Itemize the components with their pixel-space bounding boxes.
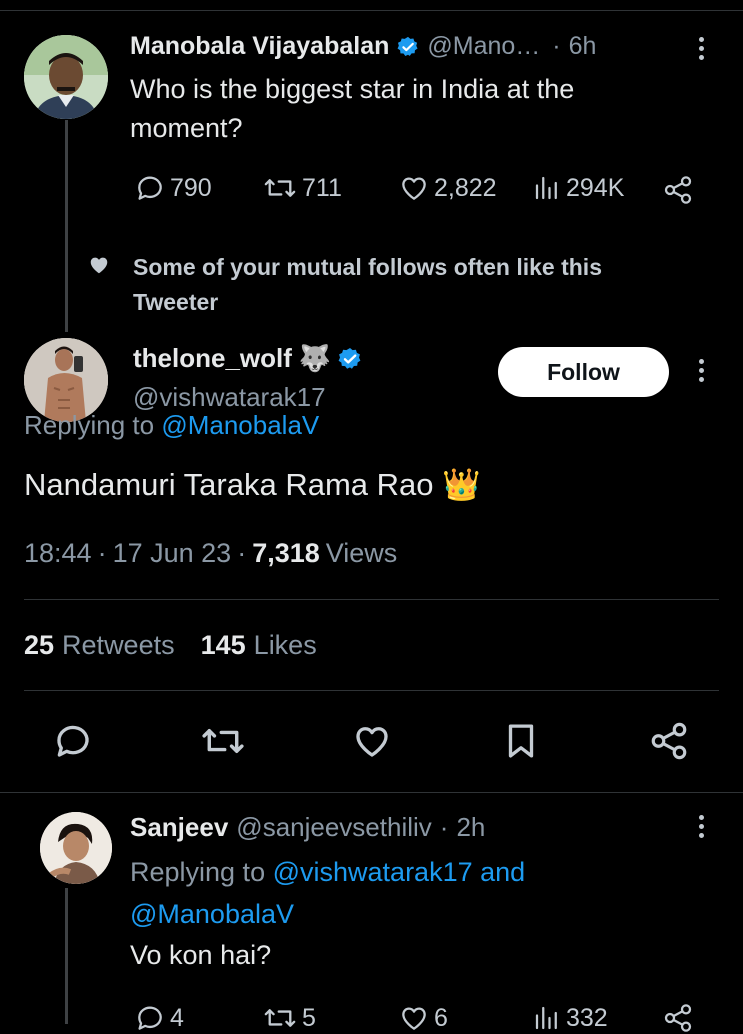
reply-like-action[interactable]: 6: [398, 1002, 448, 1034]
share-icon: [648, 720, 690, 762]
like-icon: [398, 1002, 430, 1034]
main-tweet-time[interactable]: 18:44: [24, 538, 92, 569]
reply-reply-action[interactable]: 4: [134, 1002, 184, 1034]
views-icon: [532, 172, 562, 204]
main-tweet-text-content: Nandamuri Taraka Rama Rao: [24, 467, 434, 502]
tweet1-author-name[interactable]: Manobala Vijayabalan: [130, 32, 389, 61]
reply-views-action[interactable]: 332: [532, 1002, 608, 1034]
main-share-button[interactable]: [648, 720, 690, 762]
main-tweet-stats: 25 Retweets 145 Likes: [24, 630, 317, 661]
like-icon: [398, 172, 430, 204]
main-tweet-replying-handle[interactable]: @ManobalaV: [161, 410, 319, 440]
main-retweet-button[interactable]: [199, 720, 247, 762]
main-tweet-retweets-label[interactable]: Retweets: [62, 630, 175, 661]
reply-handle[interactable]: @sanjeevsethiliv: [236, 812, 431, 843]
reply-views-count: 332: [566, 1003, 608, 1032]
main-tweet-date[interactable]: 17 Jun 23: [113, 538, 232, 569]
main-like-button[interactable]: [351, 720, 393, 762]
main-tweet-meta: 18:44 · 17 Jun 23 · 7,318 Views: [24, 538, 397, 569]
reply-time[interactable]: 2h: [456, 812, 485, 843]
verified-badge-icon: [338, 347, 362, 371]
reply-share-action[interactable]: [662, 1002, 694, 1034]
retweet-icon: [262, 1002, 298, 1034]
thread-line-1: [65, 120, 68, 332]
tweet1-retweet-action[interactable]: 711: [262, 172, 342, 204]
reply-retweet-action[interactable]: 5: [262, 1002, 316, 1034]
tweet1-like-count: 2,822: [434, 173, 497, 202]
reply-retweet-count: 5: [302, 1003, 316, 1032]
tweet1-more-icon[interactable]: [699, 37, 704, 60]
reply-like-count: 6: [434, 1003, 448, 1032]
retweet-icon: [262, 172, 298, 204]
bookmark-icon: [500, 720, 542, 762]
tweet1-views-action[interactable]: 294K: [532, 172, 624, 204]
reply-replying-handle1[interactable]: @vishwatarak17: [273, 857, 473, 887]
main-tweet-divider-1: [24, 599, 719, 600]
reply-replying-to: Replying to @vishwatarak17 and @Manobala…: [130, 851, 670, 935]
share-icon: [662, 1002, 694, 1034]
main-tweet-more-icon[interactable]: [699, 359, 704, 382]
reply-replying-and: and: [480, 857, 526, 887]
reply-reply-count: 4: [170, 1003, 184, 1032]
top-divider: [0, 10, 743, 11]
reply-replying-prefix: Replying to: [130, 857, 266, 887]
main-tweet-likes-label[interactable]: Likes: [254, 630, 317, 661]
main-tweet-author-name[interactable]: thelone_wolf: [133, 343, 292, 374]
reply-text: Vo kon hai?: [130, 940, 272, 970]
main-tweet-likes-count[interactable]: 145: [201, 630, 246, 661]
views-icon: [532, 1002, 562, 1034]
main-tweet-sep1: ·: [97, 538, 107, 568]
main-tweet-views-count: 7,318: [252, 538, 320, 568]
reply-dot: ·: [439, 812, 449, 842]
main-tweet-text: Nandamuri Taraka Rama Rao 👑: [24, 466, 481, 503]
main-tweet-header: thelone_wolf 🐺: [133, 343, 362, 374]
main-tweet-replying-to: Replying to @ManobalaV: [24, 410, 319, 441]
main-tweet-views-label: Views: [325, 538, 398, 568]
share-icon: [662, 174, 694, 206]
reply-icon: [52, 720, 94, 762]
tweet1-reply-count: 790: [170, 173, 212, 202]
tweet1-views-count: 294K: [566, 173, 625, 202]
main-tweet-replying-prefix: Replying to: [24, 410, 155, 440]
main-reply-button[interactable]: [52, 720, 94, 762]
avatar-manobala[interactable]: [24, 35, 108, 119]
crown-emoji: 👑: [442, 467, 481, 502]
reply-icon: [134, 1002, 166, 1034]
main-tweet-divider-2: [24, 690, 719, 691]
reply-more-icon[interactable]: [699, 815, 704, 838]
tweet1-dot: ·: [552, 32, 561, 60]
social-context-text: Some of your mutual follows often like t…: [133, 254, 602, 315]
reply-header: Sanjeev @sanjeevsethiliv · 2h: [130, 812, 485, 843]
reply-replying-handle2[interactable]: @ManobalaV: [130, 899, 294, 929]
tweet1-reply-action[interactable]: 790: [134, 172, 212, 204]
follow-button-label: Follow: [547, 358, 620, 385]
tweet1-handle[interactable]: @Mano…: [427, 32, 540, 61]
wolf-emoji: 🐺: [298, 343, 332, 373]
like-icon: [351, 720, 393, 762]
follow-button[interactable]: Follow: [498, 347, 669, 397]
verified-badge-icon: [397, 36, 419, 58]
thread-line-2: [65, 888, 68, 1024]
tweet1-like-action[interactable]: 2,822: [398, 172, 497, 204]
reply-author-name[interactable]: Sanjeev: [130, 812, 228, 843]
tweet1-header: Manobala Vijayabalan @Mano… · 6h: [130, 32, 596, 61]
heart-icon: [88, 254, 110, 276]
retweet-icon: [199, 720, 247, 762]
main-tweet-handle[interactable]: @vishwatarak17: [133, 382, 326, 413]
tweet1-time[interactable]: 6h: [569, 32, 597, 61]
tweet1-share-action[interactable]: [662, 174, 694, 206]
tweet1-retweet-count: 711: [302, 173, 342, 202]
main-tweet-retweets-count[interactable]: 25: [24, 630, 54, 661]
reply-icon: [134, 172, 166, 204]
tweet1-text: Who is the biggest star in India at the …: [130, 74, 575, 143]
avatar-sanjeev[interactable]: [40, 812, 112, 884]
main-tweet-sep2: ·: [237, 538, 247, 568]
main-bookmark-button[interactable]: [500, 720, 542, 762]
main-tweet-bottom-divider: [0, 792, 743, 793]
